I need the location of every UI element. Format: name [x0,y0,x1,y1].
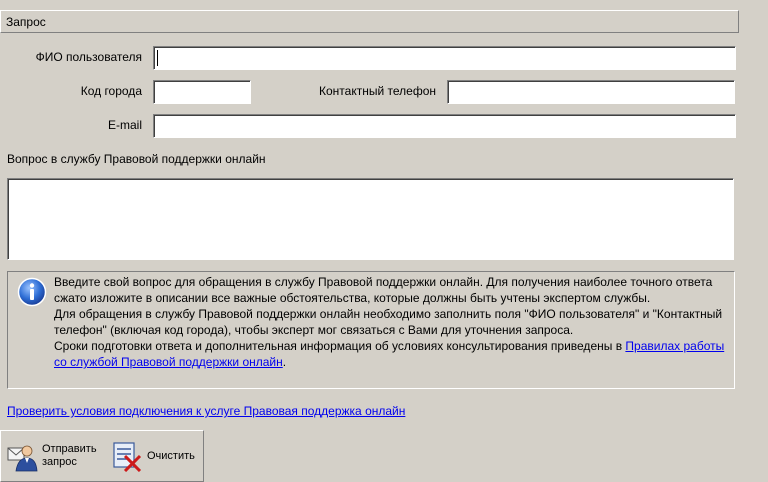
user-send-icon [7,445,38,472]
section-title: Запрос [6,15,46,29]
section-header: Запрос [0,10,739,33]
bottom-toolbar: Отправить запрос Очистить [0,430,204,482]
info-paragraph-3-suffix: . [282,355,287,369]
info-text: Введите свой вопрос для обращения в служ… [54,274,732,370]
info-paragraph-1: Введите свой вопрос для обращения в служ… [54,275,713,305]
clear-button[interactable]: Очистить [111,437,195,475]
city-code-input[interactable] [153,80,251,104]
fio-input[interactable] [153,46,736,70]
fio-label: ФИО пользователя [35,50,142,64]
info-paragraph-2: Для обращения в службу Правовой поддержк… [54,307,723,337]
check-conditions-link[interactable]: Проверить условия подключения к услуге П… [7,404,405,418]
send-request-button[interactable]: Отправить запрос [6,437,97,475]
phone-input[interactable] [447,80,735,104]
clear-form-icon [113,442,142,472]
info-icon [17,277,47,307]
email-label: E-mail [107,118,142,132]
question-textarea[interactable] [7,178,734,260]
send-label-line-1: Отправить [42,443,97,455]
info-paragraph-3-prefix: Сроки подготовки ответа и дополнительная… [54,339,626,353]
clear-label: Очистить [147,449,195,462]
question-label: Вопрос в службу Правовой поддержки онлай… [7,152,266,166]
send-label-line-2: запрос [42,456,77,468]
city-code-label: Код города [80,84,142,98]
info-paragraph-3: Сроки подготовки ответа и дополнительная… [54,338,732,370]
phone-label: Контактный телефон [319,84,436,98]
text-caret [157,50,158,66]
email-input[interactable] [153,114,736,138]
info-panel: Введите свой вопрос для обращения в служ… [7,271,735,389]
